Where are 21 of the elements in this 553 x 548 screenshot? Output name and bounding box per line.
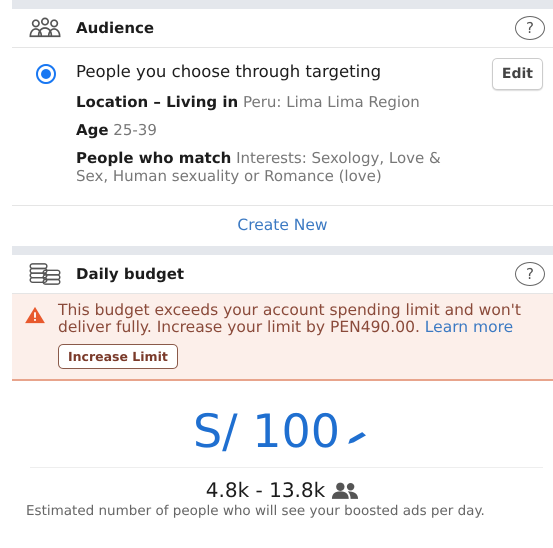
reach-estimate: 4.8k - 13.8k <box>206 478 326 502</box>
radio-button[interactable] <box>36 64 56 84</box>
warning-icon <box>24 306 46 324</box>
option-label[interactable]: People you choose through targeting <box>76 62 382 81</box>
section-title: Audience <box>76 19 156 37</box>
reach-caption: Estimated number of people who will see your boosted ads per day. <box>25 504 486 519</box>
edit-button[interactable]: Edit <box>492 58 543 90</box>
targeting-detail: People who match Interests: Sexology, Love & Sex, Human sexuality or Romance (love) <box>76 149 442 185</box>
targeting-detail: Location – Living in Peru: Lima Lima Region <box>76 93 421 111</box>
people-icon <box>331 480 360 500</box>
section-title: Daily budget <box>76 265 186 283</box>
help-button[interactable]: ? <box>515 262 545 286</box>
help-button[interactable]: ? <box>515 16 545 40</box>
warning-message: This budget exceeds your account spending limit and won't deliver fully. Increase your limit by PEN490.00. Learn more <box>58 302 522 336</box>
increase-limit-button[interactable]: Increase Limit <box>58 344 178 369</box>
coins-icon <box>28 262 62 286</box>
people-icon <box>28 17 62 39</box>
budget-amount[interactable]: S/ 100 <box>192 405 340 457</box>
targeting-detail: Age 25-39 <box>76 121 158 139</box>
create-new-button[interactable]: Create New <box>233 214 332 236</box>
learn-more-link[interactable]: Learn more <box>424 318 514 336</box>
